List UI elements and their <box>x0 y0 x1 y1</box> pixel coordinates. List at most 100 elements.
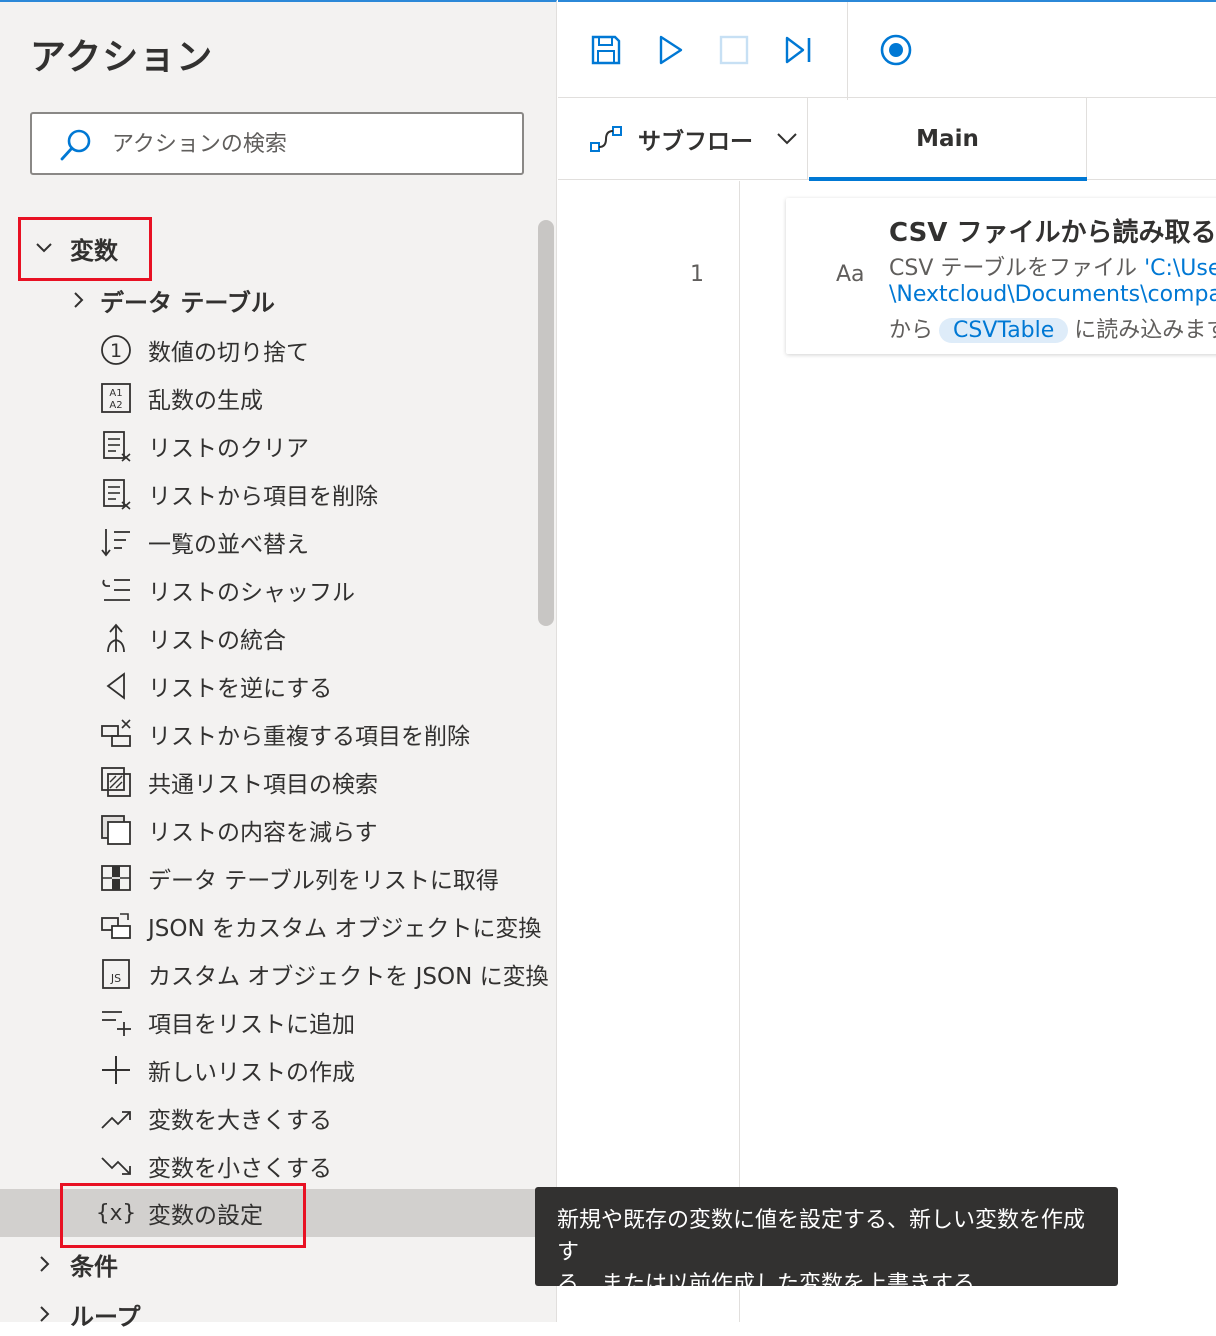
category-label: 条件 <box>70 1252 118 1281</box>
json-to-object-icon <box>98 910 134 942</box>
remove-duplicates-icon <box>98 718 134 750</box>
subgroup-label: データ テーブル <box>100 288 275 317</box>
action-label: 一覧の並べ替え <box>148 532 309 558</box>
search-input[interactable] <box>112 124 512 164</box>
action-label: JSON をカスタム オブジェクトに変換 <box>148 916 542 942</box>
file-path-link: 'C:\Users\ri <box>1144 256 1216 281</box>
action-item[interactable]: 新しいリストの作成 <box>0 1046 556 1094</box>
subflow-icon <box>590 126 622 152</box>
line-number-gutter <box>558 181 740 1322</box>
action-item[interactable]: リストから重複する項目を削除 <box>0 710 556 758</box>
action-label: リストから項目を削除 <box>148 484 378 510</box>
flow-action-card[interactable]: Aa CSV ファイルから読み取る CSV テーブルをファイル 'C:\User… <box>786 198 1216 354</box>
flow-tabs: サブフロー Main <box>558 98 1216 181</box>
svg-text:1: 1 <box>110 340 122 362</box>
file-path-link: \Nextcloud\Documents\compa <box>889 282 1216 307</box>
record-button[interactable] <box>876 30 916 70</box>
action-title: CSV ファイルから読み取る <box>889 218 1216 248</box>
category-label: ループ <box>70 1302 141 1331</box>
action-item[interactable]: データ テーブル列をリストに取得 <box>0 854 556 902</box>
shuffle-list-icon <box>98 574 134 606</box>
svg-text:A1: A1 <box>109 388 122 399</box>
step-icon <box>785 36 811 64</box>
action-label: リストの内容を減らす <box>148 820 378 846</box>
action-label: 乱数の生成 <box>148 388 263 414</box>
stop-button[interactable] <box>714 30 754 70</box>
svg-text:A2: A2 <box>109 400 122 411</box>
action-description-line: CSV テーブルをファイル 'C:\Users\ri <box>889 250 1216 282</box>
action-item[interactable]: 1 数値の切り捨て <box>0 326 556 374</box>
action-label: 共通リスト項目の検索 <box>148 772 378 798</box>
description-text: に読み込みます <box>1074 318 1216 343</box>
action-description-line: \Nextcloud\Documents\compa <box>889 282 1216 307</box>
tab-label: Main <box>916 126 979 152</box>
circle-one-icon: 1 <box>98 334 134 366</box>
action-item[interactable]: 変数を大きくする <box>0 1094 556 1142</box>
save-button[interactable] <box>586 30 626 70</box>
chevron-right-icon <box>74 292 84 308</box>
action-label: カスタム オブジェクトを JSON に変換 <box>148 964 549 990</box>
action-label: リストから重複する項目を削除 <box>148 724 470 750</box>
highlight-box <box>18 217 152 281</box>
text-action-icon: Aa <box>836 262 865 287</box>
trend-down-icon <box>98 1150 134 1182</box>
list-remove-item-icon <box>98 478 134 510</box>
action-label: リストのシャッフル <box>148 580 355 606</box>
plus-icon <box>98 1054 134 1086</box>
category-conditions[interactable]: 条件 <box>30 1242 118 1286</box>
action-item[interactable]: リストを逆にする <box>0 662 556 710</box>
action-item[interactable]: JSON をカスタム オブジェクトに変換 <box>0 902 556 950</box>
action-item[interactable]: リストのシャッフル <box>0 566 556 614</box>
action-item[interactable]: リストの統合 <box>0 614 556 662</box>
variable-chip: CSVTable <box>939 318 1069 343</box>
chevron-down-icon <box>777 133 797 145</box>
tooltip-line: 新規や既存の変数に値を設定する、新しい変数を作成す <box>557 1208 1086 1265</box>
merge-list-icon <box>98 622 134 654</box>
action-label: 新しいリストの作成 <box>148 1060 355 1086</box>
action-item[interactable]: リストから項目を削除 <box>0 470 556 518</box>
action-item[interactable]: 一覧の並べ替え <box>0 518 556 566</box>
toolbar-separator <box>847 2 848 100</box>
next-step-button[interactable] <box>778 30 818 70</box>
actions-panel: アクション 変数 データ テーブル 1 数値の切り捨て A1A2 乱数の生成 <box>0 0 557 1331</box>
action-item[interactable]: JS カスタム オブジェクトを JSON に変換 <box>0 950 556 998</box>
action-label: リストのクリア <box>148 436 309 462</box>
subtract-list-icon <box>98 814 134 846</box>
add-item-icon <box>98 1006 134 1038</box>
action-label: リストの統合 <box>148 628 286 654</box>
common-items-icon <box>98 766 134 798</box>
svg-text:JS: JS <box>110 972 121 985</box>
line-number: 1 <box>690 262 704 287</box>
action-label: データ テーブル列をリストに取得 <box>148 868 499 894</box>
active-tab-indicator <box>809 177 1087 181</box>
subgroup-datatable[interactable]: データ テーブル <box>66 278 275 322</box>
sort-list-icon <box>98 526 134 558</box>
highlight-box <box>60 1183 306 1248</box>
category-loops[interactable]: ループ <box>30 1292 141 1336</box>
list-clear-icon <box>98 430 134 462</box>
action-label: 変数を小さくする <box>148 1156 332 1182</box>
search-icon <box>60 129 91 161</box>
description-text: CSV テーブルをファイル <box>889 256 1138 281</box>
action-item[interactable]: リストのクリア <box>0 422 556 470</box>
object-to-json-icon: JS <box>98 958 134 990</box>
tooltip-line: る、または以前作成した変数を上書きする <box>557 1272 976 1297</box>
save-icon <box>591 35 621 65</box>
subflow-dropdown[interactable]: サブフロー <box>558 98 808 180</box>
action-item[interactable]: リストの内容を減らす <box>0 806 556 854</box>
action-item[interactable]: 項目をリストに追加 <box>0 998 556 1046</box>
action-description-line: から CSVTable に読み込みます <box>889 312 1216 344</box>
trend-up-icon <box>98 1102 134 1134</box>
run-button[interactable] <box>650 30 690 70</box>
tab-main[interactable]: Main <box>809 98 1087 181</box>
action-item[interactable]: 共通リスト項目の検索 <box>0 758 556 806</box>
toolbar <box>558 0 1216 100</box>
stop-icon <box>719 35 749 65</box>
action-item[interactable]: A1 A2 乱数の生成 <box>0 374 556 422</box>
chevron-right-icon <box>40 1306 50 1322</box>
datatable-column-icon <box>98 862 134 894</box>
subflow-label: サブフロー <box>638 129 753 155</box>
tooltip: 新規や既存の変数に値を設定する、新しい変数を作成す る、または以前作成した変数を… <box>535 1187 1118 1297</box>
action-search-box[interactable] <box>30 112 524 175</box>
reverse-list-icon <box>98 670 134 702</box>
